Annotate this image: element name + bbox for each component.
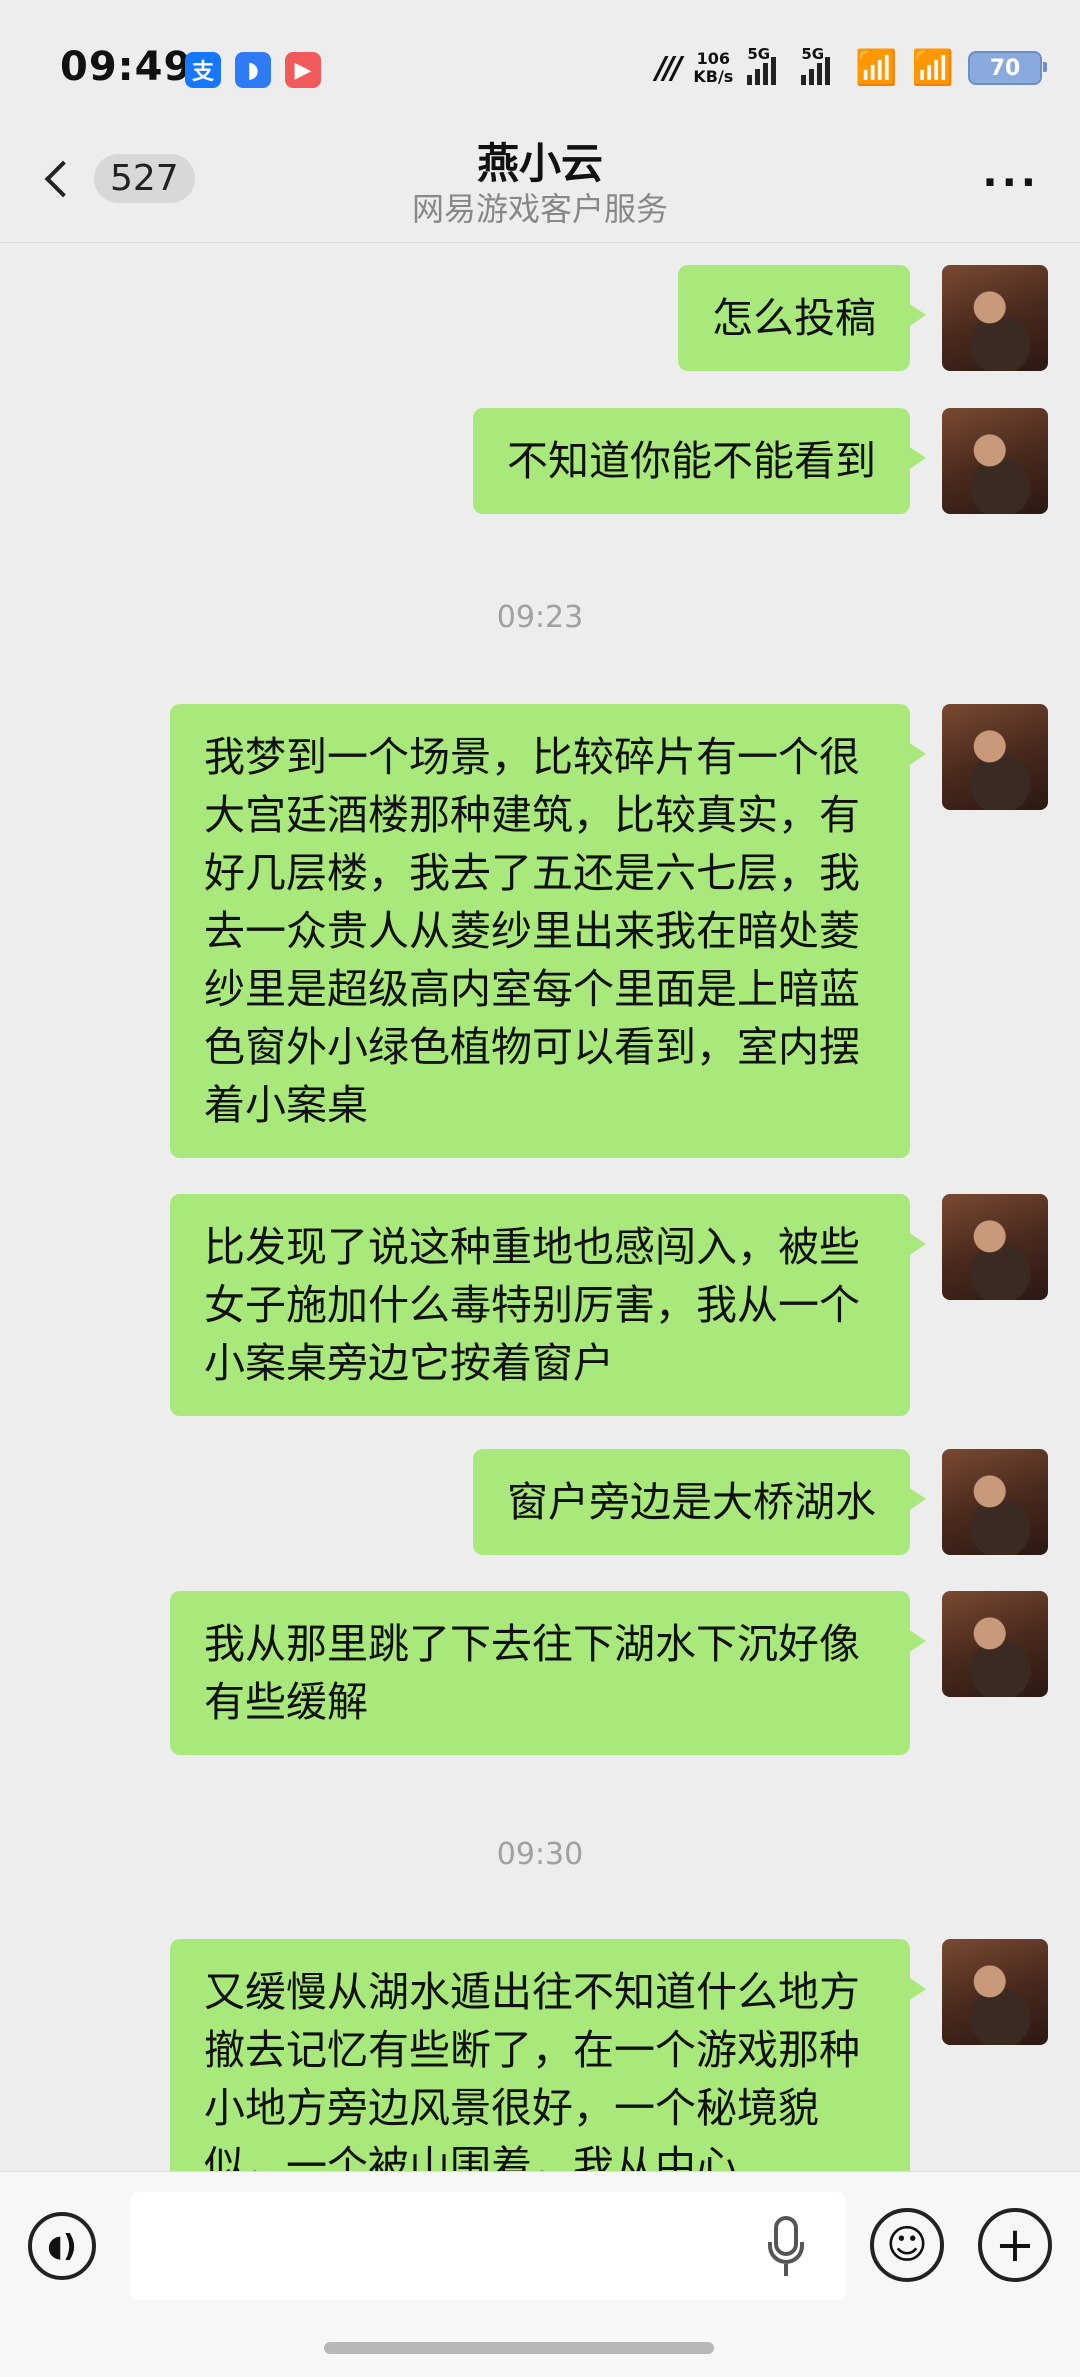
nfc-icon: ///	[655, 50, 682, 86]
sim2-label: 5G	[801, 45, 825, 63]
avatar[interactable]	[942, 704, 1048, 810]
message-list[interactable]: 怎么投稿 不知道你能不能看到 09:23 我梦到一个场景，比较碎片有一个很大宫廷…	[0, 243, 1080, 2171]
message-row: 不知道你能不能看到	[473, 408, 1048, 514]
chat-header: 燕小云 网易游戏客户服务 527 ···	[0, 130, 1080, 243]
browser-icon: ◗	[235, 52, 271, 88]
chevron-left-icon	[44, 160, 82, 197]
battery-icon: 70	[968, 51, 1047, 85]
add-icon: +	[994, 2217, 1036, 2273]
message-bubble[interactable]: 窗户旁边是大桥湖水	[473, 1449, 926, 1555]
notification-icons: 支 ◗ ▶	[185, 52, 321, 88]
message-row: 窗户旁边是大桥湖水	[473, 1449, 1048, 1555]
network-speed-unit: KB/s	[693, 67, 734, 86]
avatar[interactable]	[942, 1591, 1048, 1697]
timestamp: 09:23	[496, 600, 584, 635]
status-bar: 09:49 支 ◗ ▶ /// 106 KB/s 5G 5G 📶 📶 70	[0, 0, 1080, 130]
avatar[interactable]	[942, 408, 1048, 514]
avatar[interactable]	[942, 1194, 1048, 1300]
wifi-icon: 📶	[855, 48, 898, 88]
voice-button[interactable]: ◖)	[28, 2212, 96, 2280]
message-row: 怎么投稿	[678, 265, 1048, 371]
avatar[interactable]	[942, 265, 1048, 371]
input-bar: ◖) ☺ +	[0, 2171, 1080, 2377]
message-row: 我梦到一个场景，比较碎片有一个很大宫廷酒楼那种建筑，比较真实，有好几层楼，我去了…	[170, 704, 1048, 1158]
alipay-icon: 支	[185, 52, 221, 88]
system-icons: /// 106 KB/s 5G 5G 📶 📶 70	[655, 45, 1047, 88]
battery-level: 70	[989, 55, 1021, 81]
more-button[interactable]: ···	[982, 160, 1040, 206]
network-speed: 106 KB/s	[693, 50, 733, 86]
message-bubble[interactable]: 不知道你能不能看到	[473, 408, 926, 514]
emoji-button[interactable]: ☺	[870, 2208, 944, 2282]
avatar[interactable]	[942, 1939, 1048, 2045]
sim1-label: 5G	[747, 45, 771, 63]
message-bubble[interactable]: 我从那里跳了下去往下湖水下沉好像有些缓解	[170, 1591, 926, 1755]
home-indicator[interactable]	[324, 2342, 714, 2354]
status-time: 09:49	[60, 44, 193, 90]
message-bubble[interactable]: 怎么投稿	[678, 265, 926, 371]
back-button[interactable]: 527	[40, 154, 195, 203]
message-row: 我从那里跳了下去往下湖水下沉好像有些缓解	[170, 1591, 1048, 1755]
message-input[interactable]	[130, 2192, 846, 2300]
message-row: 比发现了说这种重地也感闯入，被些女子施加什么毒特别厉害，我从一个小案桌旁边它按着…	[170, 1194, 1048, 1416]
wifi-icon: 📶	[911, 48, 954, 88]
avatar[interactable]	[942, 1449, 1048, 1555]
add-button[interactable]: +	[978, 2208, 1052, 2282]
emoji-icon: ☺	[886, 2222, 928, 2268]
network-speed-value: 106	[696, 49, 731, 68]
voice-icon: ◖)	[47, 2228, 77, 2264]
message-row: 又缓慢从湖水遁出往不知道什么地方撤去记忆有些断了，在一个游戏那种小地方旁边风景很…	[170, 1939, 1048, 2171]
message-bubble[interactable]: 我梦到一个场景，比较碎片有一个很大宫廷酒楼那种建筑，比较真实，有好几层楼，我去了…	[170, 704, 926, 1158]
message-bubble[interactable]: 又缓慢从湖水遁出往不知道什么地方撤去记忆有些断了，在一个游戏那种小地方旁边风景很…	[170, 1939, 926, 2171]
timestamp: 09:30	[496, 1837, 584, 1872]
signal-icon: 5G	[747, 45, 787, 85]
video-app-icon: ▶	[285, 52, 321, 88]
unread-count-badge: 527	[94, 154, 195, 203]
mic-foot	[784, 2264, 788, 2276]
message-bubble[interactable]: 比发现了说这种重地也感闯入，被些女子施加什么毒特别厉害，我从一个小案桌旁边它按着…	[170, 1194, 926, 1416]
signal-icon: 5G	[801, 45, 841, 85]
